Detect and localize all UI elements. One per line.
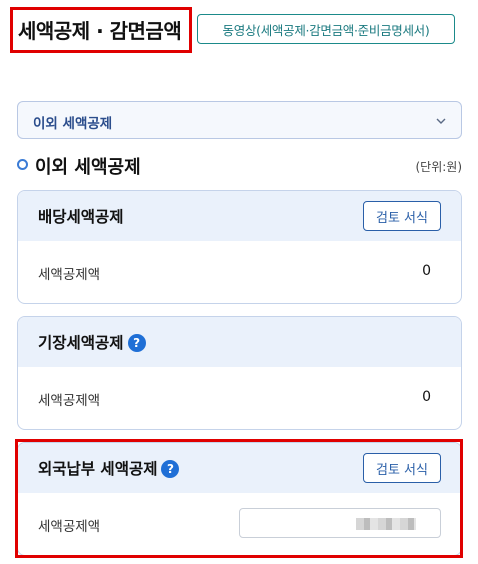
title-row: 세액공제 · 감면금액 동영상(세액공제·감면금액·준비금명세서) [0,0,478,60]
card-title-text: 외국납부 세액공제 [38,460,158,478]
card-body: 세액공제액 0 [18,367,461,429]
row-value: 0 [422,263,431,279]
tax-credit-amount-input[interactable] [239,508,441,538]
section-title: 이외 세액공제 [35,157,141,178]
card-body: 세액공제액 [18,493,461,555]
unit-label: (단위:원) [415,160,462,174]
review-form-button[interactable]: 검토 서식 [363,453,441,483]
circle-bullet-icon [17,159,28,170]
card-header: 기장세액공제? [18,317,461,367]
redacted-value [356,518,416,530]
row-value: 0 [422,389,431,405]
help-icon[interactable]: ? [161,460,180,478]
deduction-type-select[interactable]: 이외 세액공제 [17,101,462,139]
card-title-text: 기장세액공제 [38,334,124,352]
section-heading: 이외 세액공제 (단위:원) [17,152,462,178]
card-title: 외국납부 세액공제? [38,457,180,479]
help-icon[interactable]: ? [127,334,146,352]
video-guide-button[interactable]: 동영상(세액공제·감면금액·준비금명세서) [197,14,455,44]
row-label: 세액공제액 [38,393,101,409]
card-header: 외국납부 세액공제? 검토 서식 [18,443,461,493]
card-title: 기장세액공제? [38,331,146,353]
page-title: 세액공제 · 감면금액 [18,19,182,43]
review-form-button[interactable]: 검토 서식 [363,201,441,231]
card-foreign-tax-credit: 외국납부 세액공제? 검토 서식 세액공제액 [17,442,462,556]
card-dividend-credit: 배당세액공제 검토 서식 세액공제액 0 [17,190,462,304]
card-title: 배당세액공제 [38,208,124,226]
card-bookkeeping-credit: 기장세액공제? 세액공제액 0 [17,316,462,430]
card-header: 배당세액공제 검토 서식 [18,191,461,241]
row-label: 세액공제액 [38,519,101,535]
deduction-type-selected: 이외 세액공제 [33,116,113,132]
card-body: 세액공제액 0 [18,241,461,303]
row-label: 세액공제액 [38,267,101,283]
chevron-down-icon [436,118,446,124]
